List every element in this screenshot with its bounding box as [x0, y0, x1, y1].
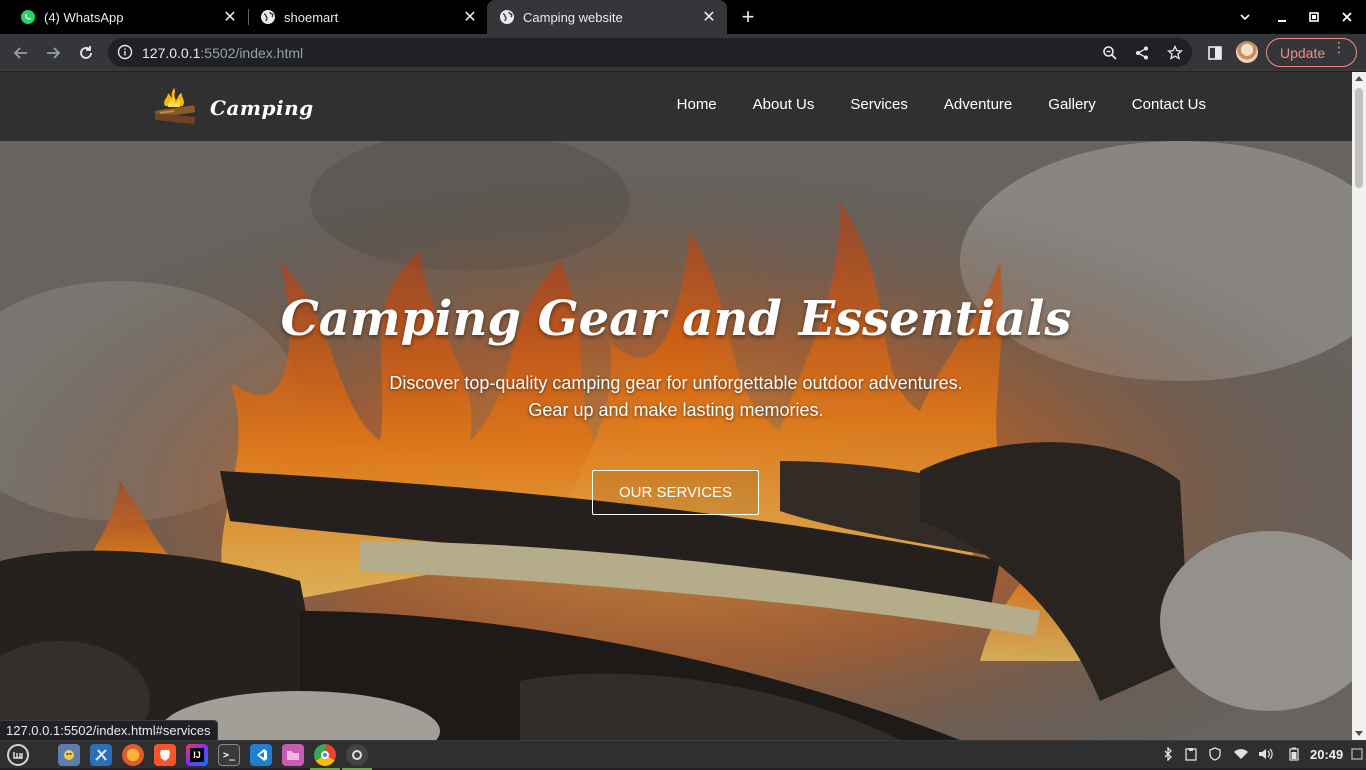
brave-icon[interactable]: [154, 744, 176, 766]
intellij-icon[interactable]: IJ: [186, 744, 208, 766]
page-scrollbar[interactable]: [1352, 72, 1366, 740]
clipboard-icon[interactable]: [1183, 746, 1199, 762]
globe-icon: [499, 9, 515, 25]
hero-section: Camping Gear and Essentials Discover top…: [0, 141, 1352, 740]
campfire-background-image: [0, 141, 1352, 740]
site-info-icon[interactable]: [117, 44, 133, 65]
back-arrow-icon[interactable]: [8, 40, 34, 66]
site-navbar: Camping Home About Us Services Adventure…: [0, 72, 1352, 141]
our-services-button[interactable]: OUR SERVICES: [592, 470, 759, 515]
side-panel-icon[interactable]: [1202, 40, 1228, 66]
tab-whatsapp[interactable]: (4) WhatsApp ✕: [8, 0, 249, 34]
site-nav-links: Home About Us Services Adventure Gallery…: [677, 96, 1206, 113]
bluetooth-icon[interactable]: [1160, 746, 1176, 762]
os-taskbar: IJ >_ 20:49: [0, 740, 1366, 770]
terminal-icon[interactable]: >_: [218, 744, 240, 766]
settings-icon[interactable]: [90, 744, 112, 766]
browser-toolbar: 127.0.0.1:5502/index.html Update ⋮: [0, 34, 1366, 71]
close-tab-icon[interactable]: ✕: [699, 7, 719, 27]
site-logo[interactable]: Camping: [152, 84, 314, 131]
hero-title: Camping Gear and Essentials: [280, 291, 1072, 347]
url-path: :5502/index.html: [200, 45, 304, 61]
tab-camping-website[interactable]: Camping website ✕: [487, 0, 727, 34]
hero-subtitle: Discover top-quality camping gear for un…: [0, 370, 1352, 424]
screenshot-icon[interactable]: [342, 744, 372, 770]
tab-search-chevron-icon[interactable]: [1229, 0, 1261, 34]
update-label: Update: [1280, 44, 1326, 61]
update-button[interactable]: Update ⋮: [1266, 38, 1357, 67]
nav-services[interactable]: Services: [850, 96, 908, 113]
vscode-icon[interactable]: [250, 744, 272, 766]
hero-subtitle-line-2: Gear up and make lasting memories.: [528, 400, 824, 420]
close-window-icon[interactable]: [1331, 0, 1363, 34]
scrollbar-thumb[interactable]: [1355, 88, 1363, 188]
tab-title: shoemart: [284, 9, 339, 25]
share-icon[interactable]: [1132, 43, 1152, 63]
shield-icon[interactable]: [1207, 746, 1223, 762]
nav-contact-us[interactable]: Contact Us: [1132, 96, 1206, 113]
hero-subtitle-line-1: Discover top-quality camping gear for un…: [389, 373, 963, 393]
volume-icon[interactable]: [1258, 746, 1274, 762]
bookmark-star-icon[interactable]: [1165, 43, 1185, 63]
chrome-icon[interactable]: [310, 744, 340, 770]
url-host: 127.0.0.1: [142, 45, 201, 61]
wifi-icon[interactable]: [1233, 746, 1249, 762]
logo-text: Camping: [210, 95, 314, 120]
close-tab-icon[interactable]: ✕: [460, 7, 480, 27]
tab-title: Camping website: [523, 9, 623, 25]
tab-shoemart[interactable]: shoemart ✕: [248, 0, 489, 34]
minimize-icon[interactable]: [1266, 0, 1298, 34]
url-text: 127.0.0.1:5502/index.html: [142, 45, 303, 61]
scroll-up-arrow-icon[interactable]: [1355, 76, 1363, 81]
new-tab-plus-icon[interactable]: +: [736, 4, 760, 29]
link-status-bubble: 127.0.0.1:5502/index.html#services: [0, 720, 218, 740]
nav-home[interactable]: Home: [677, 96, 717, 113]
reload-icon[interactable]: [73, 40, 99, 66]
firefox-icon[interactable]: [122, 744, 144, 766]
zoom-icon[interactable]: [1100, 43, 1120, 63]
nav-adventure[interactable]: Adventure: [944, 96, 1012, 113]
battery-icon[interactable]: [1286, 746, 1302, 762]
tab-title: (4) WhatsApp: [44, 9, 124, 25]
taskbar-clock[interactable]: 20:49: [1310, 747, 1343, 762]
nav-about-us[interactable]: About Us: [753, 96, 815, 113]
notification-icon[interactable]: [1349, 746, 1365, 762]
tab-strip: (4) WhatsApp ✕ shoemart ✕ Camping websit…: [0, 0, 1366, 34]
scroll-down-arrow-icon[interactable]: [1355, 731, 1363, 736]
nav-gallery[interactable]: Gallery: [1048, 96, 1096, 113]
close-tab-icon[interactable]: ✕: [220, 7, 240, 27]
whatsapp-icon: [20, 9, 36, 25]
files-icon[interactable]: [58, 744, 80, 766]
mint-menu-icon[interactable]: [7, 744, 29, 766]
profile-avatar[interactable]: [1236, 41, 1258, 63]
folder-icon[interactable]: [282, 744, 304, 766]
maximize-icon[interactable]: [1298, 0, 1330, 34]
page-viewport: Camping Home About Us Services Adventure…: [0, 72, 1352, 740]
forward-arrow-icon[interactable]: [40, 40, 66, 66]
globe-icon: [260, 9, 276, 25]
campfire-logo-icon: [152, 84, 198, 131]
address-bar[interactable]: 127.0.0.1:5502/index.html: [108, 38, 1192, 67]
menu-kebab-icon[interactable]: ⋮: [1332, 40, 1346, 54]
